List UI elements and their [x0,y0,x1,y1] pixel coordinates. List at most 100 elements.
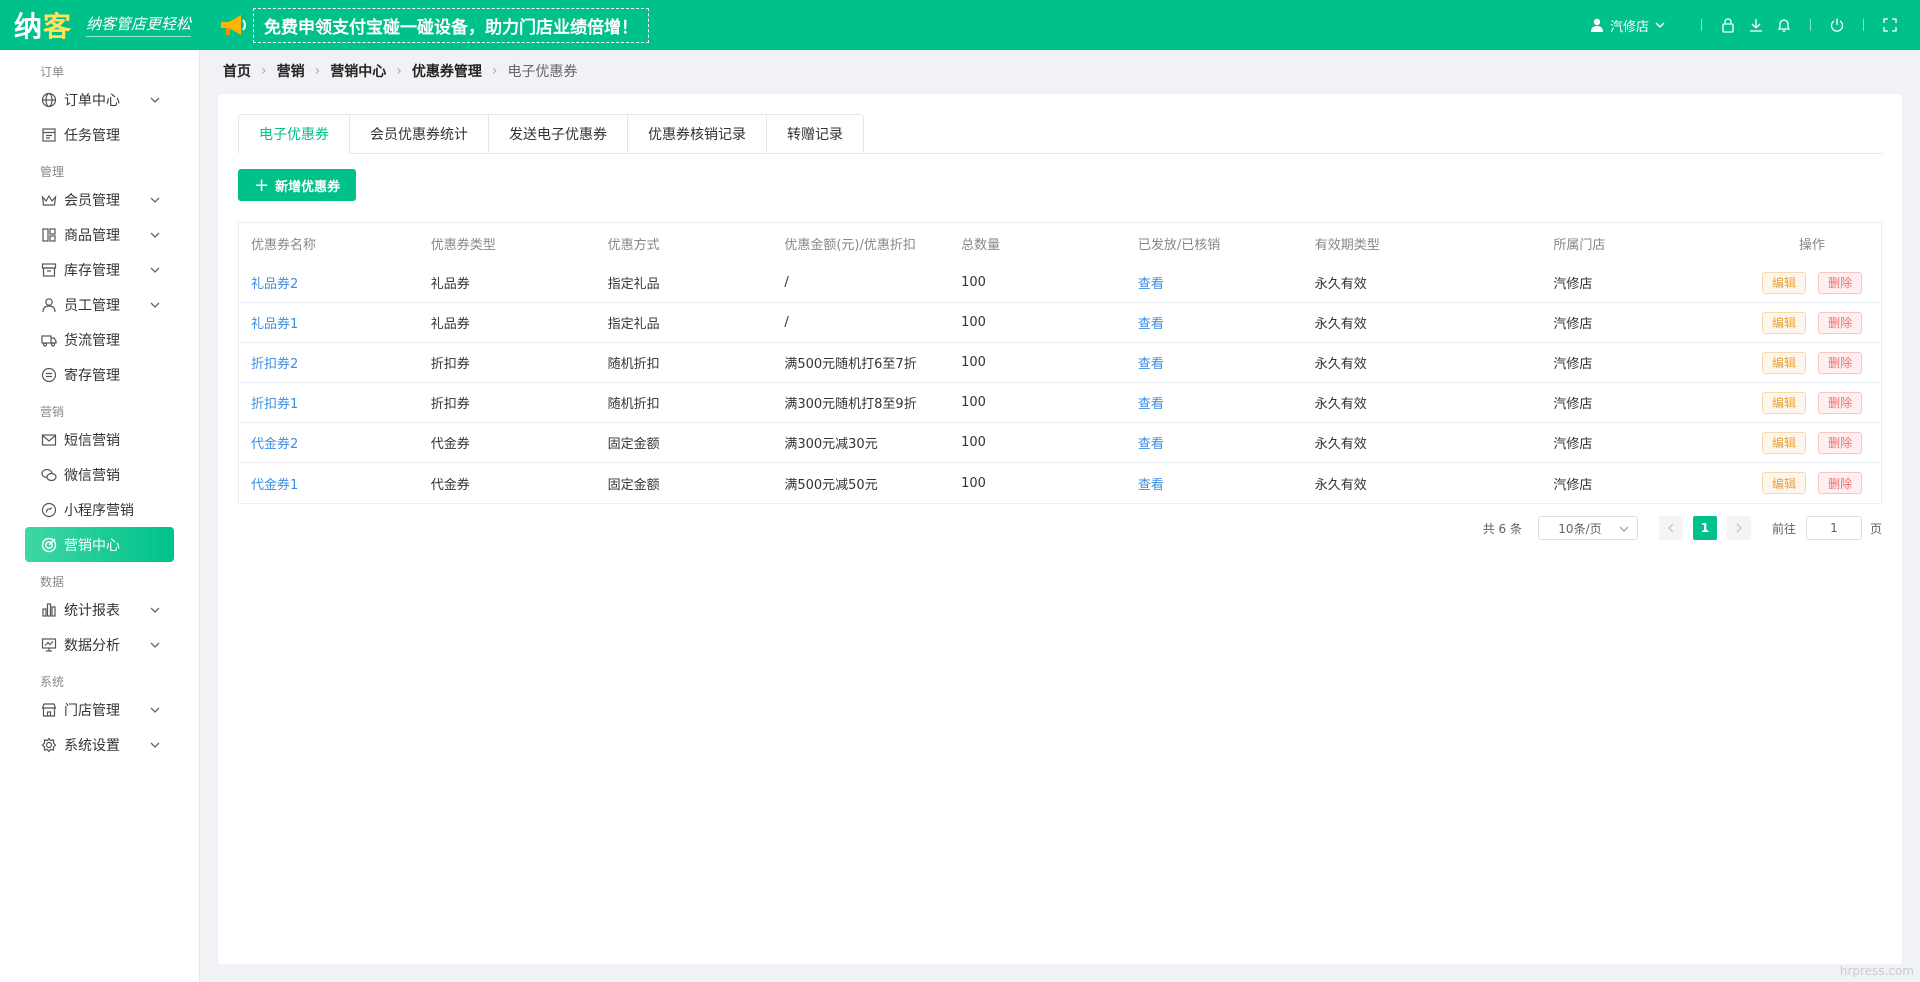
table-cell: 100 [961,435,986,450]
edit-button[interactable]: 编辑 [1762,391,1807,414]
sidebar-item-goods-manage[interactable]: 商品管理 [25,217,174,252]
view-issued-link[interactable]: 查看 [1126,313,1303,332]
fullscreen-icon[interactable] [1880,15,1900,35]
sidebar-group-marketing: 营销 [40,405,65,419]
delete-button[interactable]: 删除 [1818,271,1863,294]
logo-slogan: 纳客管店更轻松 [86,13,192,37]
chevron-down-icon [150,267,160,273]
globe-icon [40,91,58,109]
coupon-name-link[interactable]: 礼品券2 [239,273,419,292]
goto-page-input[interactable]: 1 [1805,516,1862,540]
sidebar-item-deposit-manage[interactable]: 寄存管理 [25,357,174,392]
sidebar-item-member-manage[interactable]: 会员管理 [25,182,174,217]
add-coupon-button[interactable]: + 新增优惠券 [238,169,357,201]
sidebar-item-label: 数据分析 [64,637,120,654]
tab-coupon-redeem-records[interactable]: 优惠券核销记录 [628,114,767,154]
sidebar-item-marketing-center[interactable]: 营销中心 [25,527,174,562]
breadcrumb-home[interactable]: 首页 [223,61,251,81]
power-icon[interactable] [1827,15,1847,35]
sidebar-item-system-settings[interactable]: 系统设置 [25,727,174,762]
table-cell: 永久有效 [1314,397,1367,412]
edit-button[interactable]: 编辑 [1762,351,1807,374]
delete-button[interactable]: 删除 [1818,311,1863,334]
chevron-down-icon [150,707,160,713]
table-cell: 折扣券 [430,357,470,372]
breadcrumb-marketing[interactable]: 营销 [277,61,305,81]
miniapp-icon [40,501,58,519]
edit-button[interactable]: 编辑 [1762,271,1807,294]
page-size-select[interactable]: 10条/页 [1537,516,1638,540]
chevron-right-icon: › [491,63,498,79]
sidebar-item-order-center[interactable]: 订单中心 [25,82,174,117]
delete-button[interactable]: 删除 [1818,431,1863,454]
lock-icon[interactable] [1718,15,1738,35]
mail-icon [40,431,58,449]
delete-button[interactable]: 删除 [1818,391,1863,414]
sidebar-item-wechat-marketing[interactable]: 微信营销 [25,457,174,492]
view-issued-link[interactable]: 查看 [1126,474,1303,493]
breadcrumb: 首页 › 营销 › 营销中心 › 优惠券管理 › 电子优惠券 [223,61,577,81]
sidebar-item-label: 门店管理 [64,702,120,719]
coupon-name-link[interactable]: 代金券1 [239,474,419,493]
store-name: 汽修店 [1609,19,1649,35]
sidebar-group-data: 数据 [40,575,65,589]
tab-e-coupon[interactable]: 电子优惠券 [238,114,350,154]
breadcrumb-marketing-center[interactable]: 营销中心 [330,61,386,81]
tab-member-coupon-stats[interactable]: 会员优惠券统计 [350,114,489,154]
table-header: 优惠券名称 优惠券类型 优惠方式 优惠金额(元)/优惠折扣 总数量 已发放/已核… [239,223,1881,263]
table-cell: / [784,315,789,330]
chevron-down-icon [150,302,160,308]
table-row: 代金券1 代金券 固定金额 满500元减50元 100 查看 永久有效 汽修店 编辑 删除 [239,463,1881,503]
table-row: 礼品券1 礼品券 指定礼品 / 100 查看 永久有效 汽修店 编辑 删除 [239,303,1881,343]
table-cell: 代金券 [430,437,470,452]
table-cell: 汽修店 [1553,437,1593,452]
store-switcher[interactable]: 汽修店 [1590,16,1671,35]
sidebar-item-miniapp-marketing[interactable]: 小程序营销 [25,492,174,527]
sidebar-item-stock-manage[interactable]: 库存管理 [25,252,174,287]
sidebar-item-logistics-manage[interactable]: 货流管理 [25,322,174,357]
view-issued-link[interactable]: 查看 [1126,393,1303,412]
edit-button[interactable]: 编辑 [1762,431,1807,454]
warehouse-icon [40,261,58,279]
view-issued-link[interactable]: 查看 [1126,273,1303,292]
table-cell: 永久有效 [1314,437,1367,452]
sidebar-item-store-manage[interactable]: 门店管理 [25,692,174,727]
sidebar-group-order: 订单 [40,65,65,79]
task-icon [40,126,58,144]
tab-transfer-records[interactable]: 转赠记录 [767,114,864,154]
sidebar-item-label: 订单中心 [64,92,120,109]
breadcrumb-coupon-manage[interactable]: 优惠券管理 [412,61,482,81]
column-header: 所属门店 [1553,237,1606,253]
sidebar-item-staff-manage[interactable]: 员工管理 [25,287,174,322]
delete-button[interactable]: 删除 [1818,472,1863,494]
view-issued-link[interactable]: 查看 [1126,433,1303,452]
edit-button[interactable]: 编辑 [1762,472,1807,494]
delete-button[interactable]: 删除 [1818,351,1863,374]
promo-banner[interactable]: 免费申领支付宝碰一碰设备，助力门店业绩倍增！ [217,7,650,43]
coupon-name-link[interactable]: 礼品券1 [239,313,419,332]
coupon-name-link[interactable]: 代金券2 [239,433,419,452]
page-number-current[interactable]: 1 [1692,516,1717,540]
table-row: 折扣券2 折扣券 随机折扣 满500元随机打6至7折 100 查看 永久有效 汽修店 编辑 删除 [239,343,1881,383]
table-cell: 100 [961,475,986,491]
coupon-name-link[interactable]: 折扣券1 [239,393,419,412]
coupon-name-link[interactable]: 折扣券2 [239,353,419,372]
next-page-button[interactable] [1726,516,1751,540]
sidebar-item-label: 统计报表 [64,602,120,619]
chevron-down-icon [150,97,160,103]
table-cell: 固定金额 [607,437,660,452]
pagination: 共 6 条 10条/页 1 前往 1 页 [1483,516,1882,540]
sidebar-item-task-manage[interactable]: 任务管理 [25,117,174,152]
table-cell: 折扣券 [430,397,470,412]
edit-button[interactable]: 编辑 [1762,311,1807,334]
tab-send-e-coupon[interactable]: 发送电子优惠券 [489,114,628,154]
sidebar-item-data-analysis[interactable]: 数据分析 [25,627,174,662]
prev-page-button[interactable] [1658,516,1683,540]
view-issued-link[interactable]: 查看 [1126,353,1303,372]
bell-icon[interactable] [1774,15,1794,35]
table-cell: 永久有效 [1314,477,1367,493]
sidebar-item-sms-marketing[interactable]: 短信营销 [25,422,174,457]
download-icon[interactable] [1746,15,1766,35]
deposit-icon [40,366,58,384]
sidebar-item-stat-report[interactable]: 统计报表 [25,592,174,627]
